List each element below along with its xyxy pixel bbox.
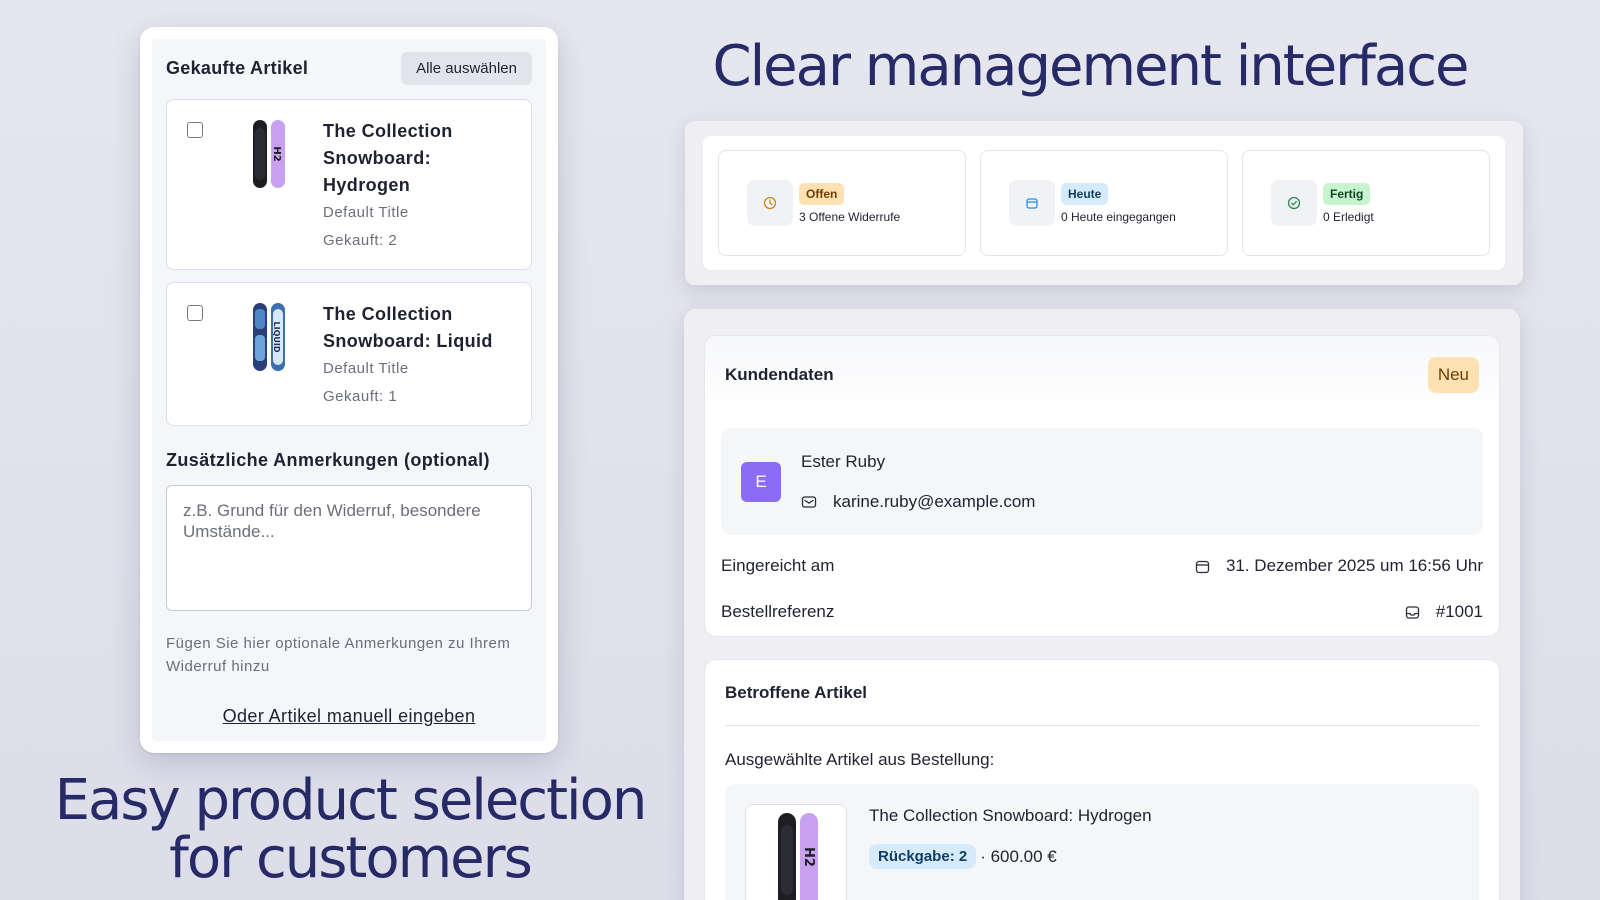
article-name: The Collection Snowboard: Hydrogen [869,806,1152,825]
order-ref-label: Bestellreferenz [721,602,835,621]
customer-email[interactable]: karine.ruby@example.com [833,492,1035,512]
order-ref-row: Bestellreferenz #1001 [721,589,1483,635]
product-item[interactable]: H2 The Collection Snowboard: Hydrogen De… [166,99,532,270]
stat-card-open[interactable]: Offen 3 Offene Widerrufe [718,150,966,256]
customer-section-title: Kundendaten [725,365,834,384]
product-purchased-qty: Gekauft: 1 [323,388,398,405]
status-badge-today: Heute [1061,182,1109,205]
status-badge-open: Offen [799,182,845,205]
customer-form: Gekaufte Artikel Alle auswählen H2 The C… [152,39,546,741]
clock-icon [747,180,793,226]
articles-subtitle: Ausgewählte Artikel aus Bestellung: [725,750,995,769]
stat-card-today[interactable]: Heute 0 Heute eingegangen [980,150,1228,256]
customer-card-header: Kundendaten Neu [705,336,1499,414]
manual-entry-link[interactable]: Oder Artikel manuell eingeben [166,706,532,727]
product-name: The Collection Snowboard: Liquid [323,304,493,351]
stats-row: Offen 3 Offene Widerrufe Heute 0 Heute e… [703,136,1505,270]
headline-management: Clear management interface [712,34,1470,99]
snowboard-hydrogen-image: H2 [778,813,818,900]
mail-icon [801,495,817,508]
customer-card: Kundendaten Neu E Ester Ruby karine.ruby… [704,335,1500,637]
purchased-items-title: Gekaufte Artikel [166,57,309,78]
product-item[interactable]: LIQUID The Collection Snowboard: Liquid … [166,282,532,426]
product-checkbox[interactable] [187,122,203,138]
product-purchased-qty: Gekauft: 2 [323,232,398,249]
product-variant: Default Title [323,360,409,377]
stat-label-open: 3 Offene Widerrufe [799,209,901,224]
product-info: The Collection Snowboard: Liquid Default… [323,301,515,411]
submitted-value-group: 31. Dezember 2025 um 16:56 Uhr [1195,556,1483,576]
customer-email-row: karine.ruby@example.com [801,492,1035,512]
notes-help-text: Fügen Sie hier optionale Anmerkungen zu … [166,635,511,675]
snowboard-hydrogen-image: H2 [253,120,285,188]
notes-title: Zusätzliche Anmerkungen (optional) [166,450,490,470]
status-badge-done: Fertig [1323,182,1371,205]
return-detail-panel: Kundendaten Neu E Ester Ruby karine.ruby… [684,309,1520,900]
notes-textarea[interactable] [166,485,532,611]
customer-text: Ester Ruby karine.ruby@example.com [801,452,1035,512]
stat-text: Fertig 0 Erledigt [1323,182,1374,224]
articles-header: Betroffene Artikel [725,660,1479,726]
status-badge-new: Neu [1427,357,1479,393]
customer-form-card: Gekaufte Artikel Alle auswählen H2 The C… [140,27,558,753]
headline-product-selection: Easy product selection for customers [54,768,648,891]
article-info: The Collection Snowboard: Hydrogen Rückg… [869,804,1152,900]
purchased-items-header: Gekaufte Artikel Alle auswählen [166,51,532,85]
svg-text:LIQUID: LIQUID [272,322,281,353]
svg-text:H2: H2 [801,847,816,867]
articles-section-title: Betroffene Artikel [725,682,868,702]
inbox-icon [1405,605,1419,619]
article-thumbnail: H2 [745,804,847,900]
submitted-row: Eingereicht am 31. Dezember 2025 um 16:5… [721,543,1483,589]
select-all-button[interactable]: Alle auswählen [401,51,532,85]
customer-name: Ester Ruby [801,451,886,471]
product-checkbox[interactable] [187,305,203,321]
snowboard-liquid-image: LIQUID [253,303,285,371]
customer-info-box: E Ester Ruby karine.ruby@example.com [721,428,1483,535]
order-ref-value-group: #1001 [1405,602,1483,622]
calendar-icon [1195,560,1210,573]
svg-text:H2: H2 [271,146,282,161]
product-variant: Default Title [323,204,409,221]
affected-articles-card: Betroffene Artikel Ausgewählte Artikel a… [704,659,1500,900]
stat-text: Offen 3 Offene Widerrufe [799,182,901,224]
stat-text: Heute 0 Heute eingegangen [1061,182,1176,224]
stat-label-done: 0 Erledigt [1323,209,1374,224]
submitted-value: 31. Dezember 2025 um 16:56 Uhr [1225,556,1483,575]
product-name: The Collection Snowboard: Hydrogen [323,121,453,195]
calendar-icon [1009,180,1055,226]
article-price: · 600.00 € [980,846,1057,866]
submitted-label: Eingereicht am [721,556,835,575]
article-item[interactable]: H2 The Collection Snowboard: Hydrogen Rü… [725,784,1479,900]
return-qty-badge: Rückgabe: 2 [869,844,977,869]
stat-label-today: 0 Heute eingegangen [1061,209,1176,224]
order-ref-value[interactable]: #1001 [1436,602,1483,622]
product-info: The Collection Snowboard: Hydrogen Defau… [323,118,515,255]
stat-card-done[interactable]: Fertig 0 Erledigt [1242,150,1490,256]
article-meta: Rückgabe: 2 · 600.00 € [869,844,1152,869]
check-circle-icon [1271,180,1317,226]
stats-panel: Offen 3 Offene Widerrufe Heute 0 Heute e… [685,121,1523,285]
avatar: E [741,461,781,502]
